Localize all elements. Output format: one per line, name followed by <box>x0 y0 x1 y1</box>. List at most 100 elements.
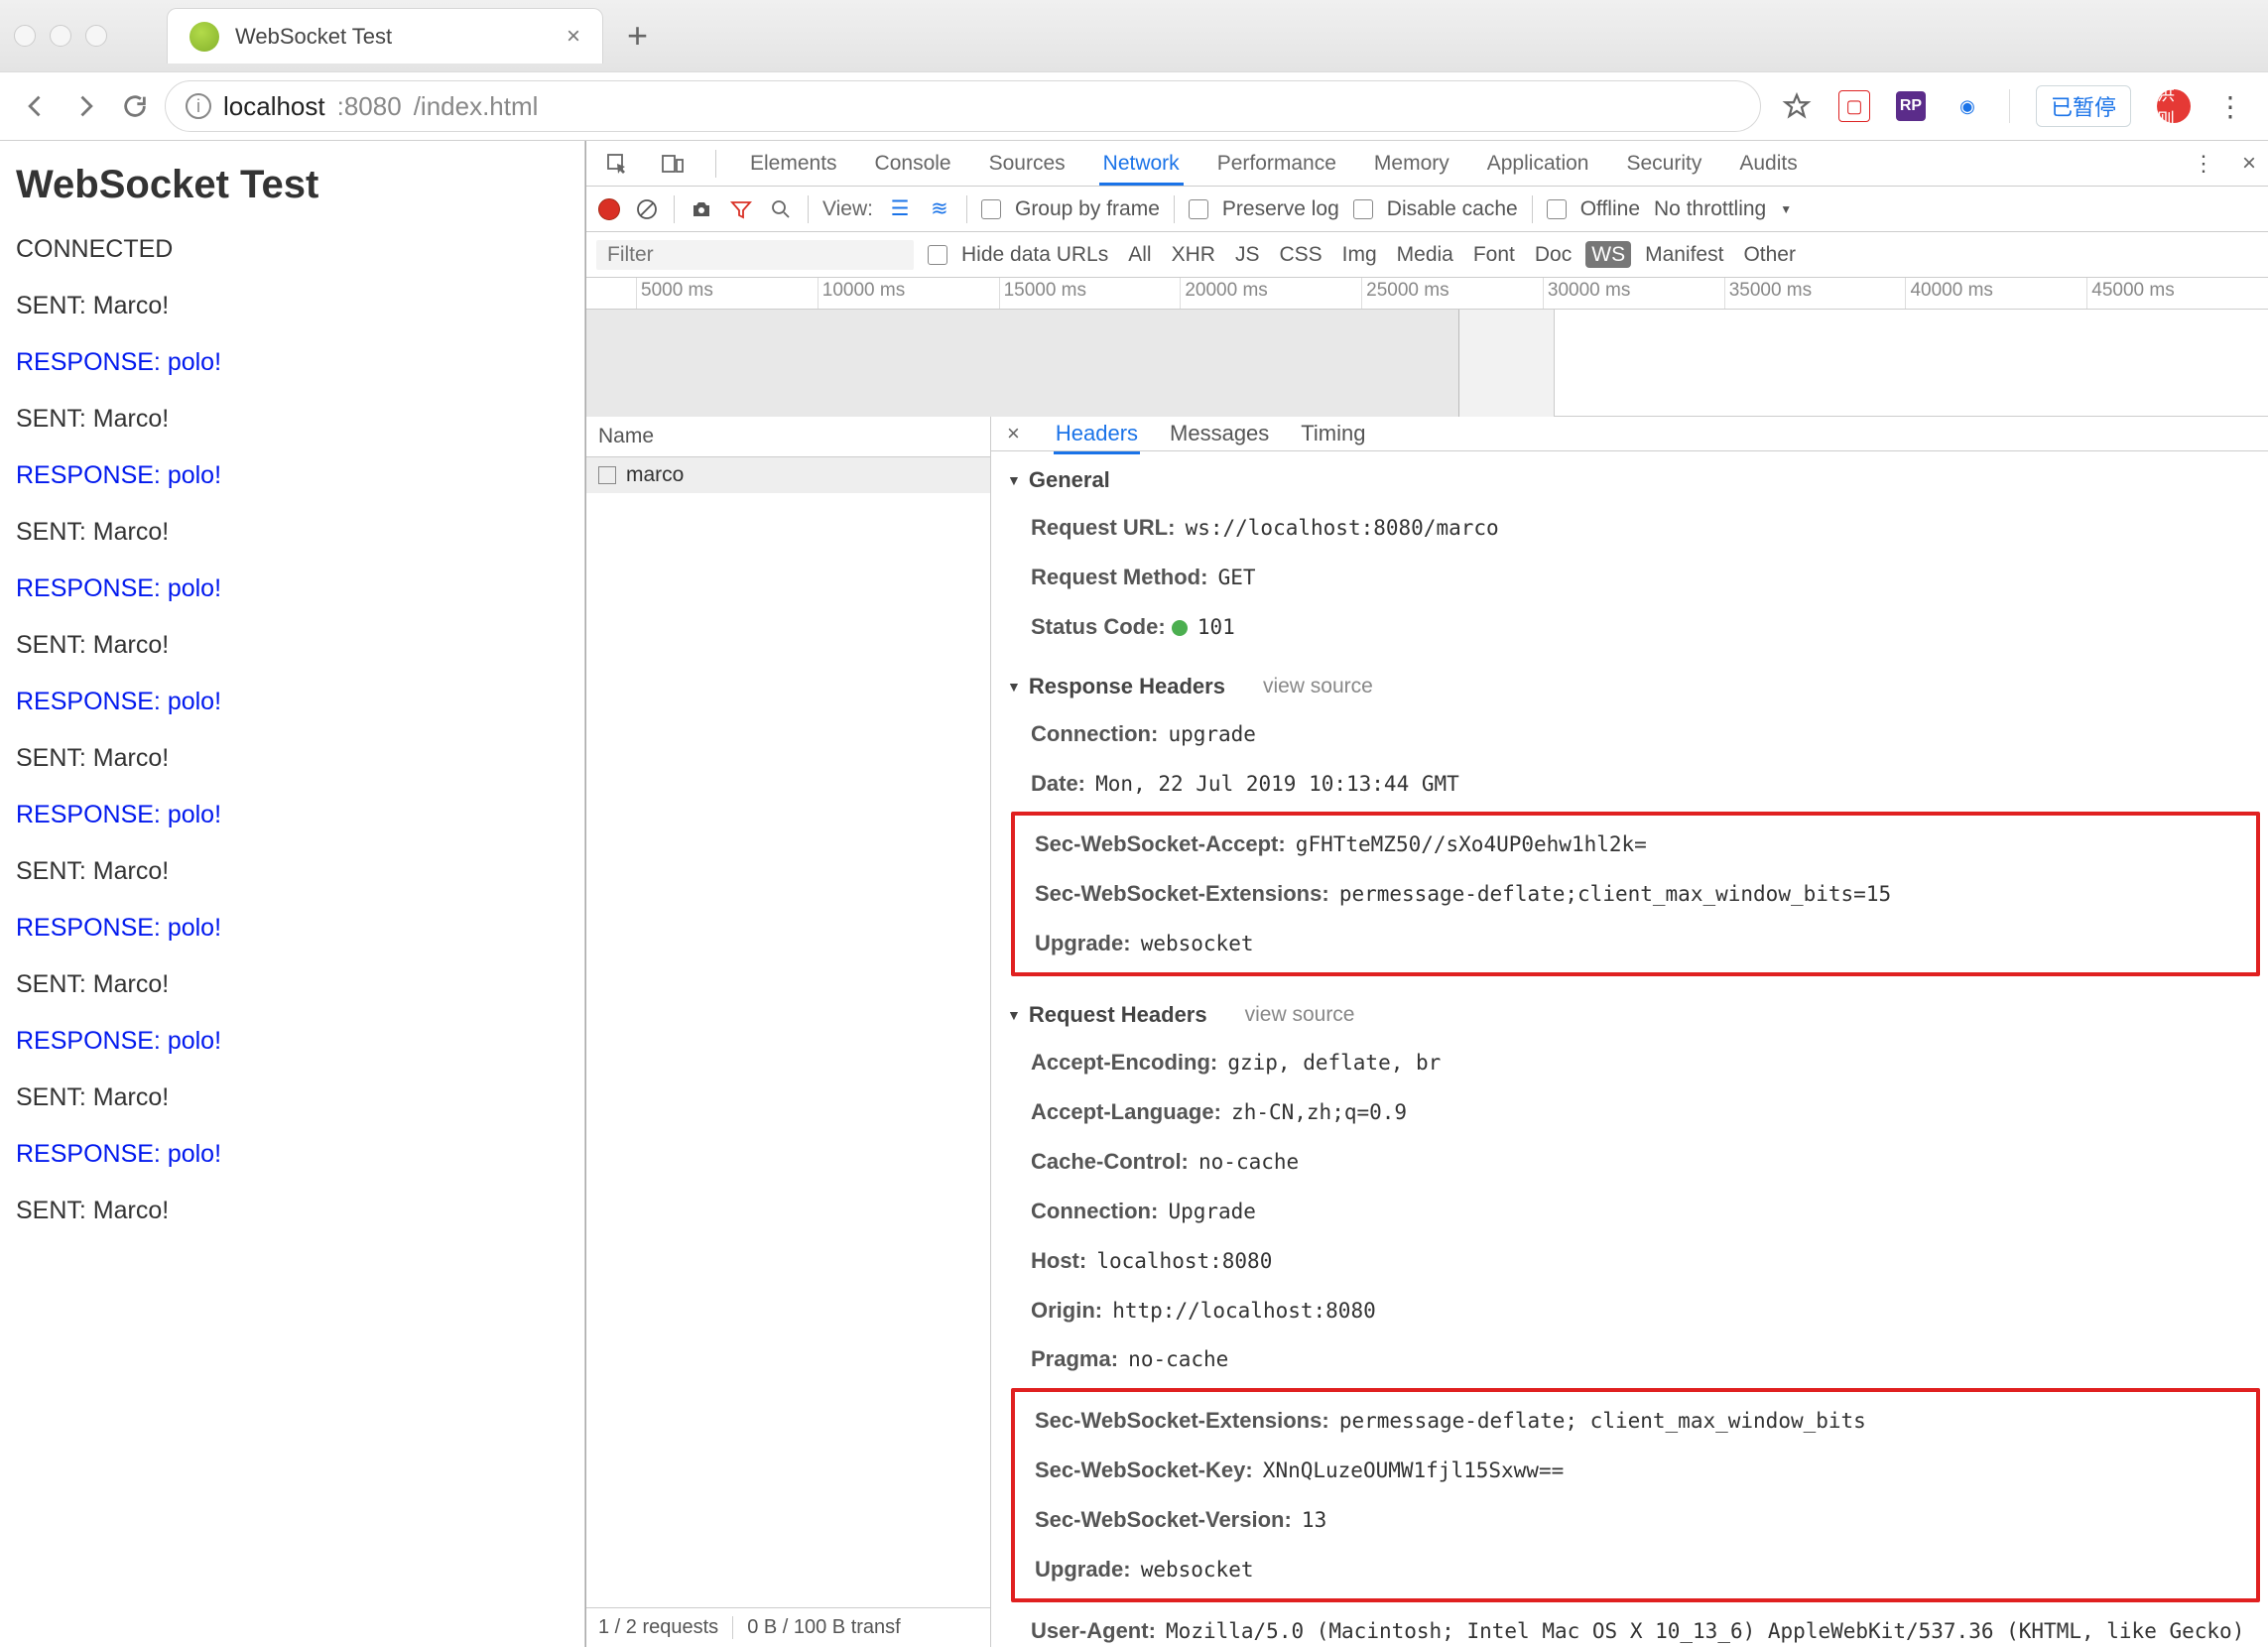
header-row: Cache-Control: no-cache <box>991 1137 2268 1187</box>
bookmark-star-icon[interactable] <box>1781 90 1813 122</box>
new-tab-button[interactable]: + <box>627 15 648 57</box>
devtools-menu-icon[interactable]: ⋮ <box>2193 151 2212 177</box>
site-info-icon[interactable]: i <box>186 93 211 119</box>
log-line: RESPONSE: polo! <box>16 461 568 490</box>
group-by-frame-checkbox[interactable] <box>981 199 1001 219</box>
tab-bar: WebSocket Test × + <box>0 0 2268 71</box>
search-icon[interactable] <box>768 196 794 222</box>
timeline-tick: 15000 ms <box>999 278 1181 309</box>
log-line: SENT: Marco! <box>16 744 568 773</box>
close-detail-icon[interactable]: × <box>1001 421 1026 446</box>
extension-icon-2[interactable]: ◉ <box>1952 90 1983 122</box>
extension-rp-icon[interactable]: RP <box>1896 91 1926 121</box>
name-column-header[interactable]: Name <box>586 417 990 457</box>
devtools-tab-console[interactable]: Console <box>871 144 955 183</box>
back-button[interactable] <box>16 86 56 126</box>
extension-icon-1[interactable]: ▢ <box>1838 90 1870 122</box>
separator <box>2009 89 2010 123</box>
inspect-icon[interactable] <box>604 151 630 177</box>
view-waterfall-icon[interactable]: ≋ <box>927 196 952 222</box>
filter-type-css[interactable]: CSS <box>1273 241 1327 268</box>
devtools-tab-bar: Elements Console Sources Network Performance… <box>586 141 2268 187</box>
filter-type-doc[interactable]: Doc <box>1529 241 1577 268</box>
throttling-select[interactable]: No throttling <box>1654 197 1766 221</box>
header-row: Origin: http://localhost:8080 <box>991 1286 2268 1335</box>
log-line: SENT: Marco! <box>16 1197 568 1225</box>
chrome-menu-icon[interactable]: ⋮ <box>2216 90 2242 123</box>
request-row[interactable]: marco <box>586 457 990 493</box>
traffic-close[interactable] <box>14 25 36 47</box>
header-row: Pragma: no-cache <box>991 1334 2268 1384</box>
filter-type-media[interactable]: Media <box>1391 241 1459 268</box>
filter-type-all[interactable]: All <box>1122 241 1157 268</box>
throttling-caret-icon[interactable]: ▼ <box>1780 202 1792 216</box>
offline-checkbox[interactable] <box>1547 199 1567 219</box>
filter-toggle-icon[interactable] <box>728 196 754 222</box>
record-button[interactable] <box>598 198 620 220</box>
devtools-tab-performance[interactable]: Performance <box>1213 144 1340 183</box>
browser-tab[interactable]: WebSocket Test × <box>167 8 603 63</box>
detail-tab-timing[interactable]: Timing <box>1299 417 1367 451</box>
log-line: CONNECTED <box>16 235 568 264</box>
detail-tab-headers[interactable]: Headers <box>1054 417 1140 454</box>
profile-avatar[interactable]: 洪则 <box>2157 89 2191 123</box>
forward-button[interactable] <box>65 86 105 126</box>
hide-data-urls-checkbox[interactable] <box>928 245 947 265</box>
preserve-log-label: Preserve log <box>1222 197 1339 221</box>
filter-type-font[interactable]: Font <box>1467 241 1521 268</box>
header-row: Sec-WebSocket-Key: XNnQLuzeOUMW1fjl15Sxw… <box>1015 1446 2256 1495</box>
filter-type-js[interactable]: JS <box>1229 241 1266 268</box>
disable-cache-checkbox[interactable] <box>1353 199 1373 219</box>
url-field[interactable]: i localhost:8080/index.html <box>165 80 1761 132</box>
traffic-minimize[interactable] <box>50 25 71 47</box>
devtools-tab-application[interactable]: Application <box>1483 144 1593 183</box>
log-line: SENT: Marco! <box>16 970 568 999</box>
network-toolbar: View: ☰ ≋ Group by frame Preserve log Di… <box>586 187 2268 232</box>
header-row: Accept-Language: zh-CN,zh;q=0.9 <box>991 1087 2268 1137</box>
view-source-link[interactable]: view source <box>1245 1003 1355 1027</box>
filter-type-manifest[interactable]: Manifest <box>1639 241 1729 268</box>
timeline-tick: 45000 ms <box>2086 278 2268 309</box>
timeline-overview[interactable]: 5000 ms10000 ms15000 ms20000 ms25000 ms3… <box>586 278 2268 417</box>
timeline-tick: 35000 ms <box>1724 278 1906 309</box>
devtools-tab-security[interactable]: Security <box>1622 144 1705 183</box>
filter-type-img[interactable]: Img <box>1336 241 1383 268</box>
view-list-icon[interactable]: ☰ <box>887 196 913 222</box>
filter-type-ws[interactable]: WS <box>1585 241 1631 268</box>
header-row: Connection: Upgrade <box>991 1187 2268 1236</box>
devtools-tab-network[interactable]: Network <box>1099 144 1184 186</box>
tab-close-icon[interactable]: × <box>567 23 580 51</box>
separator <box>808 195 809 223</box>
device-toggle-icon[interactable] <box>660 151 686 177</box>
clear-button[interactable] <box>634 196 660 222</box>
reload-button[interactable] <box>115 86 155 126</box>
filter-input[interactable] <box>596 240 914 270</box>
header-row: Sec-WebSocket-Extensions: permessage-def… <box>1015 869 2256 919</box>
timeline-tick: 25000 ms <box>1361 278 1543 309</box>
preserve-log-checkbox[interactable] <box>1189 199 1208 219</box>
offline-label: Offline <box>1580 197 1640 221</box>
devtools-tab-sources[interactable]: Sources <box>985 144 1070 183</box>
filter-type-xhr[interactable]: XHR <box>1166 241 1221 268</box>
detail-tab-bar: × Headers Messages Timing <box>991 417 2268 451</box>
devtools-tab-memory[interactable]: Memory <box>1370 144 1453 183</box>
devtools-close-icon[interactable]: × <box>2242 150 2256 178</box>
log-line: SENT: Marco! <box>16 631 568 660</box>
filter-type-other[interactable]: Other <box>1737 241 1802 268</box>
window-controls <box>14 25 107 47</box>
log-line: RESPONSE: polo! <box>16 688 568 716</box>
url-host: localhost <box>223 91 325 122</box>
log-line: SENT: Marco! <box>16 518 568 547</box>
view-source-link[interactable]: view source <box>1263 675 1373 698</box>
devtools-tab-elements[interactable]: Elements <box>746 144 841 183</box>
log-line: RESPONSE: polo! <box>16 914 568 943</box>
detail-tab-messages[interactable]: Messages <box>1168 417 1271 451</box>
traffic-zoom[interactable] <box>85 25 107 47</box>
paused-badge[interactable]: 已暂停 <box>2036 85 2131 127</box>
separator <box>715 150 716 178</box>
devtools-tab-audits[interactable]: Audits <box>1735 144 1801 183</box>
request-list: Name marco 1 / 2 requests 0 B / 100 B tr… <box>586 417 991 1647</box>
screenshot-icon[interactable] <box>689 196 714 222</box>
filter-bar: Hide data URLs AllXHRJSCSSImgMediaFontDo… <box>586 232 2268 278</box>
timeline-tick: 5000 ms <box>636 278 818 309</box>
